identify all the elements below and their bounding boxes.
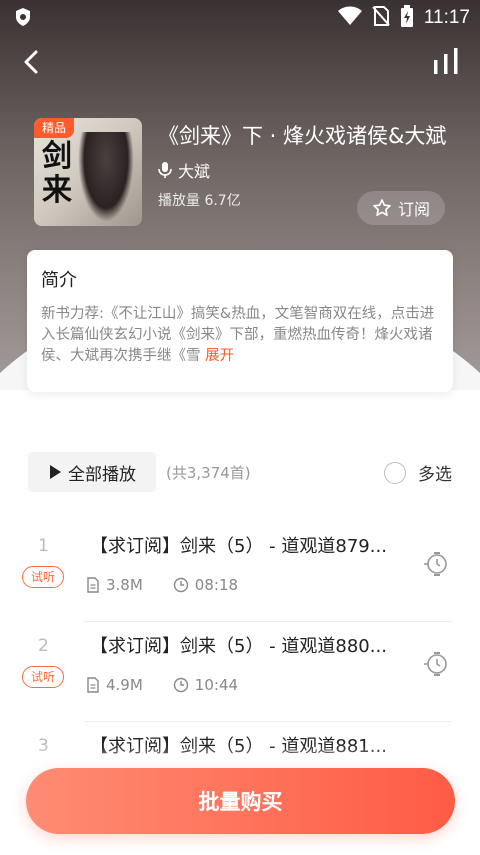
intro-text: 新书力荐:《不让江山》搞笑&热血，文笔智商双在线，点击进入长篇仙侠玄幻小说《剑来… — [41, 304, 439, 367]
history-icon[interactable] — [422, 650, 450, 678]
multi-select-toggle[interactable]: 多选 — [384, 460, 452, 485]
intro-card[interactable]: 简介 新书力荐:《不让江山》搞笑&热血，文笔智商双在线，点击进入长篇仙侠玄幻小说… — [27, 250, 453, 392]
clock-icon — [173, 577, 188, 593]
file-icon — [87, 677, 99, 693]
mic-icon — [158, 162, 172, 178]
cover-text: 剑来 — [42, 139, 72, 208]
play-icon — [50, 465, 61, 479]
intro-body: 新书力荐:《不让江山》搞笑&热血，文笔智商双在线，点击进入长篇仙侠玄幻小说《剑来… — [41, 306, 435, 364]
album-title: 《剑来》下 · 烽火戏诸侯&大斌 — [158, 124, 447, 148]
track-size: 3.8M — [86, 576, 143, 594]
track-size-value: 3.8M — [106, 576, 143, 594]
track-size-value: 4.9M — [106, 676, 143, 694]
track-size: 4.9M — [86, 676, 143, 694]
track-duration-value: 08:18 — [194, 576, 239, 594]
album-cover[interactable]: 剑来 精品 — [34, 118, 142, 226]
cover-figure — [78, 132, 134, 222]
track-row[interactable]: 2 试听 【求订阅】剑来（5） - 道观道880... 4.9M 10:44 — [0, 622, 480, 722]
clock-icon — [173, 677, 188, 693]
battery-icon — [400, 5, 414, 31]
star-icon — [373, 199, 391, 216]
play-all-button[interactable]: 全部播放 — [28, 452, 156, 492]
subscribe-button[interactable]: 订阅 — [357, 191, 445, 225]
shield-icon — [14, 7, 32, 31]
back-icon — [24, 50, 38, 74]
batch-buy-button[interactable]: 批量购买 — [26, 768, 455, 834]
multi-select-label: 多选 — [418, 465, 452, 485]
track-duration: 10:44 — [173, 676, 238, 694]
track-count: (共3,374首) — [166, 464, 251, 482]
file-icon — [87, 577, 99, 593]
history-icon[interactable] — [422, 550, 450, 578]
wifi-icon — [337, 6, 362, 30]
track-duration: 08:18 — [173, 576, 238, 594]
track-meta: 3.8M 08:18 — [86, 576, 260, 594]
play-all-label: 全部播放 — [68, 464, 136, 485]
track-duration-value: 10:44 — [194, 676, 239, 694]
premium-badge: 精品 — [34, 118, 74, 138]
trial-badge[interactable]: 试听 — [22, 666, 64, 688]
subscribe-label: 订阅 — [397, 200, 430, 219]
status-time: 11:17 — [423, 7, 470, 28]
stats-icon — [434, 48, 458, 74]
track-row[interactable]: 1 试听 【求订阅】剑来（5） - 道观道879... 3.8M 08:18 — [0, 522, 480, 622]
stats-button[interactable] — [430, 46, 462, 78]
intro-heading: 简介 — [41, 270, 77, 291]
track-meta: 4.9M 10:44 — [86, 676, 260, 694]
expand-link[interactable]: 展开 — [205, 348, 234, 364]
track-title: 【求订阅】剑来（5） - 道观道880... — [90, 636, 387, 657]
trial-badge[interactable]: 试听 — [22, 566, 64, 588]
multi-select-radio[interactable] — [384, 461, 406, 484]
track-index: 1 — [38, 536, 49, 556]
author-row[interactable]: 大斌 — [158, 158, 210, 182]
no-sim-icon — [372, 5, 390, 31]
status-bar: 11:17 — [0, 0, 480, 34]
play-count: 播放量 6.7亿 — [158, 193, 241, 209]
back-button[interactable] — [16, 46, 48, 78]
track-title: 【求订阅】剑来（5） - 道观道879... — [90, 536, 387, 557]
track-index: 2 — [38, 636, 49, 656]
author-name: 大斌 — [178, 162, 211, 181]
